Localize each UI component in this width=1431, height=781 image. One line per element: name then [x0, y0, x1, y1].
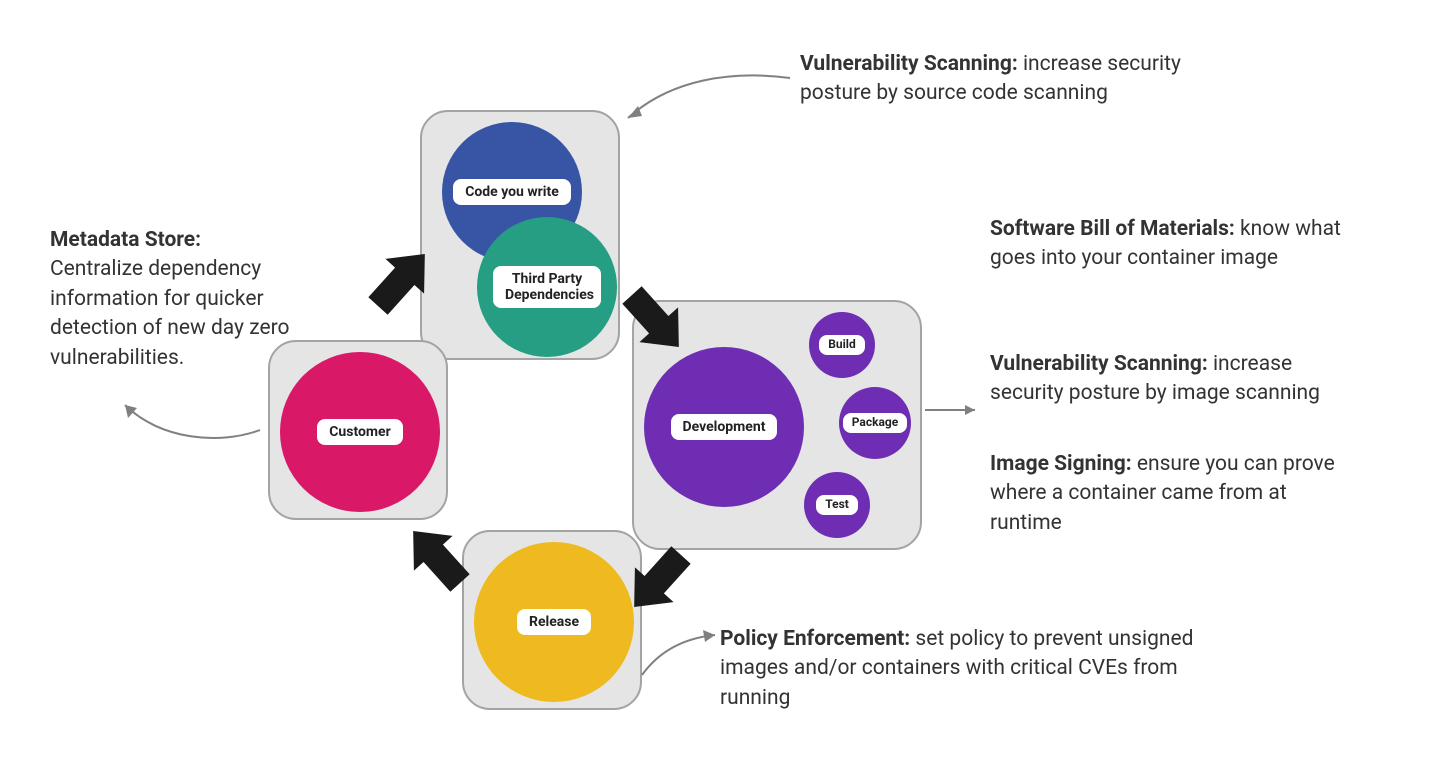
connector-right — [920, 395, 990, 425]
label-test: Test — [816, 495, 858, 515]
stage-release: Release — [462, 530, 642, 710]
stage-code: Code you write Third PartyDependencies — [420, 110, 620, 360]
circle-release: Release — [474, 542, 634, 702]
label-customer: Customer — [317, 419, 402, 445]
label-build: Build — [819, 335, 865, 355]
circle-third-party-deps: Third PartyDependencies — [477, 217, 617, 357]
label-third-party-deps: Third PartyDependencies — [493, 266, 601, 308]
annotation-policy-enforcement: Policy Enforcement: set policy to preven… — [720, 625, 1220, 713]
label-release: Release — [517, 609, 591, 635]
stage-development: Development Build Package Test — [632, 300, 922, 550]
connector-left — [110, 390, 270, 460]
circle-development: Development — [644, 347, 804, 507]
label-code-you-write: Code you write — [453, 179, 571, 205]
annotation-metadata-store: Metadata Store:Centralize dependency inf… — [50, 226, 300, 373]
circle-test: Test — [804, 472, 870, 538]
annotation-vulnerability-scanning-code: Vulnerability Scanning: increase securit… — [800, 50, 1220, 109]
label-development: Development — [671, 414, 778, 440]
connector-bottom — [630, 620, 730, 680]
annotation-image-signing: Image Signing: ensure you can prove wher… — [990, 450, 1360, 538]
circle-build: Build — [809, 312, 875, 378]
annotation-vulnerability-scanning-image: Vulnerability Scanning: increase securit… — [990, 350, 1360, 409]
label-package: Package — [843, 413, 908, 433]
circle-customer: Customer — [280, 352, 440, 512]
connector-top — [610, 60, 810, 140]
annotation-sbom: Software Bill of Materials: know what go… — [990, 215, 1350, 274]
circle-package: Package — [839, 387, 911, 459]
